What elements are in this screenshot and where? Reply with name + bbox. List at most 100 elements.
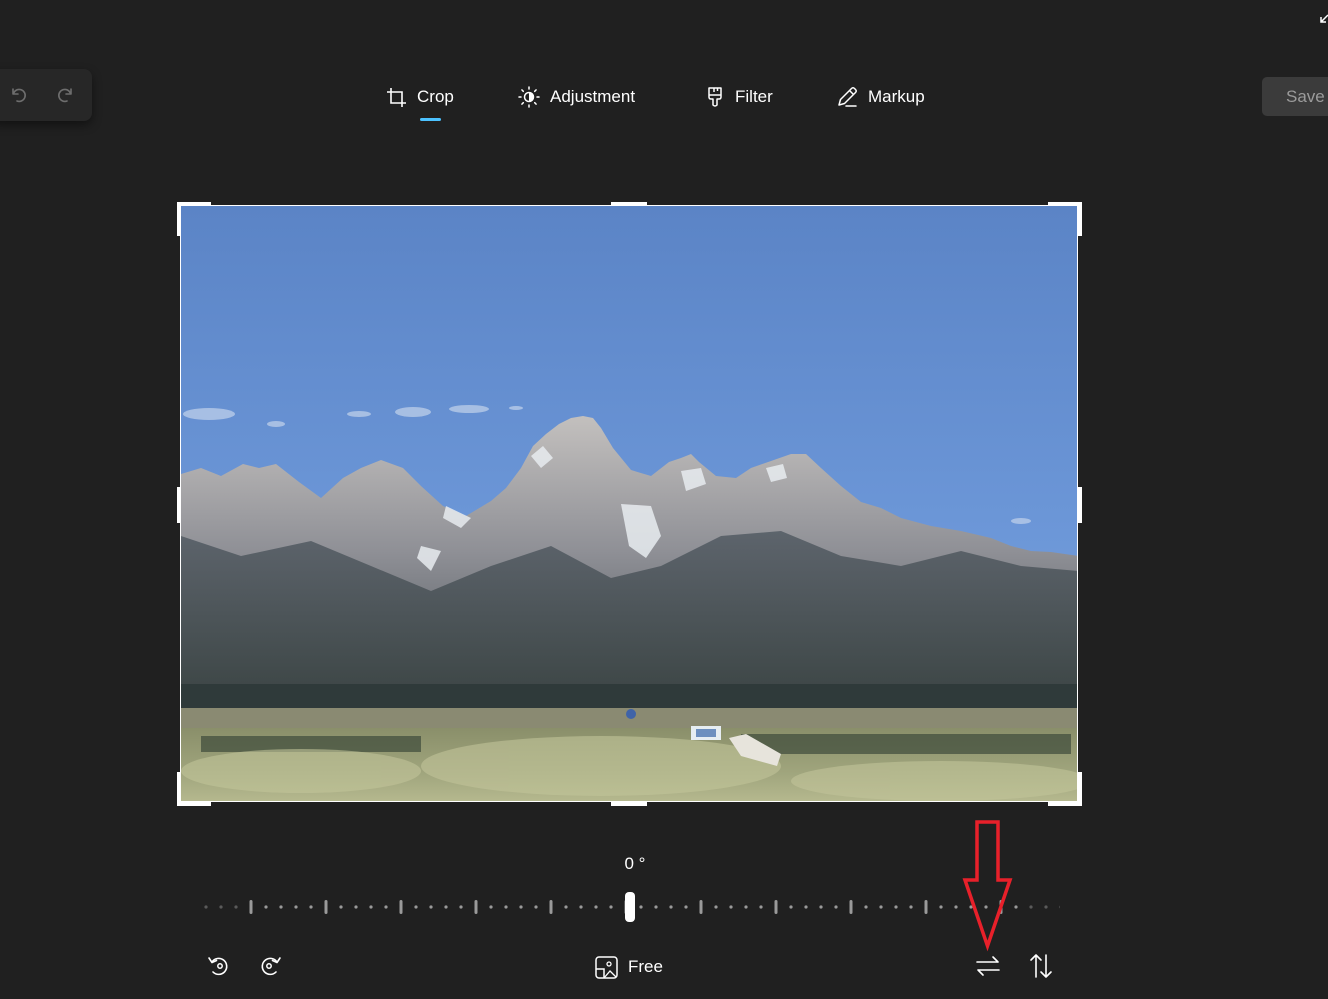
tab-markup-label: Markup [868, 87, 925, 106]
slider-minor-tick [579, 905, 583, 909]
slider-minor-tick [909, 905, 913, 909]
brightness-icon [518, 86, 540, 108]
slider-minor-tick [264, 905, 268, 909]
slider-minor-tick [204, 905, 208, 909]
slider-minor-tick [1014, 905, 1018, 909]
rotate-right-icon [261, 957, 281, 976]
photo-editor-window: Crop Adjustment Filter Markup Save 0 ° F… [0, 0, 1328, 999]
slider-minor-tick [714, 905, 718, 909]
slider-minor-tick [594, 905, 598, 909]
slider-minor-tick [894, 905, 898, 909]
tab-markup[interactable]: Markup [836, 80, 925, 114]
tab-filter-label: Filter [735, 87, 773, 106]
slider-minor-tick [1029, 905, 1033, 909]
crop-handle-top[interactable] [611, 202, 647, 206]
rotate-left-icon [208, 957, 228, 976]
rotate-right-button[interactable] [256, 952, 284, 980]
slider-minor-tick [234, 905, 238, 909]
slider-minor-tick [354, 905, 358, 909]
crop-handle-top-right[interactable] [1048, 202, 1082, 206]
slider-minor-tick [309, 905, 313, 909]
crop-handle-bottom-right-v[interactable] [1078, 772, 1082, 806]
slider-minor-tick [444, 905, 448, 909]
slider-minor-tick [279, 905, 283, 909]
slider-minor-tick [834, 905, 838, 909]
rotation-slider-thumb[interactable] [625, 892, 635, 922]
active-tab-indicator [420, 118, 441, 121]
slider-minor-tick [729, 905, 733, 909]
aspect-ratio-button[interactable]: Free [594, 952, 663, 982]
crop-handle-top-right-v[interactable] [1078, 202, 1082, 236]
slider-major-tick [849, 900, 853, 914]
slider-minor-tick [429, 905, 433, 909]
annotation-arrow [962, 820, 1014, 957]
flip-vertical-button[interactable] [1027, 952, 1055, 980]
slider-major-tick [474, 900, 478, 914]
crop-handle-bottom-left-v[interactable] [177, 772, 181, 806]
slider-major-tick [924, 900, 928, 914]
slider-minor-tick [879, 905, 883, 909]
slider-minor-tick [864, 905, 868, 909]
slider-minor-tick [534, 905, 538, 909]
mountain-photo [181, 206, 1077, 801]
slider-minor-tick [954, 905, 958, 909]
rotate-left-button[interactable] [205, 952, 233, 980]
tab-filter[interactable]: Filter [705, 80, 773, 114]
slider-minor-tick [669, 905, 673, 909]
slider-major-tick [549, 900, 553, 914]
aspect-ratio-icon [595, 955, 618, 979]
slider-major-tick [249, 900, 253, 914]
slider-minor-tick [504, 905, 508, 909]
crop-handle-bottom-left[interactable] [177, 802, 211, 806]
tab-crop[interactable]: Crop [386, 80, 454, 114]
photo-canvas[interactable] [180, 205, 1078, 802]
red-arrow-icon [962, 820, 1013, 952]
rotation-value: 0 ° [624, 854, 646, 873]
slider-minor-tick [639, 905, 643, 909]
slider-minor-tick [339, 905, 343, 909]
crop-handle-right[interactable] [1078, 487, 1082, 523]
slider-minor-tick [804, 905, 808, 909]
rotation-slider[interactable] [200, 892, 1060, 922]
slider-major-tick [399, 900, 403, 914]
save-button[interactable]: Save [1262, 77, 1328, 116]
filter-brush-icon [708, 87, 722, 107]
slider-minor-tick [459, 905, 463, 909]
collapse-icon [1320, 14, 1328, 23]
crop-handle-bottom[interactable] [611, 802, 647, 806]
slider-minor-tick [684, 905, 688, 909]
slider-minor-tick [489, 905, 493, 909]
slider-minor-tick [744, 905, 748, 909]
slider-major-tick [774, 900, 778, 914]
slider-minor-tick [759, 905, 763, 909]
crop-handle-top-left-v[interactable] [177, 202, 181, 236]
slider-minor-tick [219, 905, 223, 909]
crop-handle-bottom-right[interactable] [1048, 802, 1082, 806]
slider-minor-tick [294, 905, 298, 909]
flip-vertical-icon [1030, 954, 1052, 978]
aspect-ratio-label: Free [628, 957, 663, 976]
slider-minor-tick [519, 905, 523, 909]
tab-adjustment-label: Adjustment [550, 87, 636, 106]
exit-fullscreen-button[interactable] [1318, 12, 1328, 28]
slider-minor-tick [1059, 905, 1060, 909]
slider-minor-tick [654, 905, 658, 909]
crop-handle-top-left[interactable] [177, 202, 211, 206]
slider-minor-tick [414, 905, 418, 909]
crop-handle-left[interactable] [177, 487, 181, 523]
editor-tabs: Crop Adjustment Filter Markup [0, 80, 1328, 120]
slider-major-tick [699, 900, 703, 914]
rotation-slider-track [204, 892, 1060, 922]
tab-adjustment[interactable]: Adjustment [518, 80, 635, 114]
slider-minor-tick [369, 905, 373, 909]
slider-minor-tick [1044, 905, 1048, 909]
slider-minor-tick [564, 905, 568, 909]
crop-icon [387, 87, 406, 107]
pen-icon [838, 87, 857, 107]
slider-minor-tick [384, 905, 388, 909]
slider-minor-tick [609, 905, 613, 909]
slider-minor-tick [789, 905, 793, 909]
tab-crop-label: Crop [417, 87, 454, 106]
slider-major-tick [324, 900, 328, 914]
slider-minor-tick [939, 905, 943, 909]
